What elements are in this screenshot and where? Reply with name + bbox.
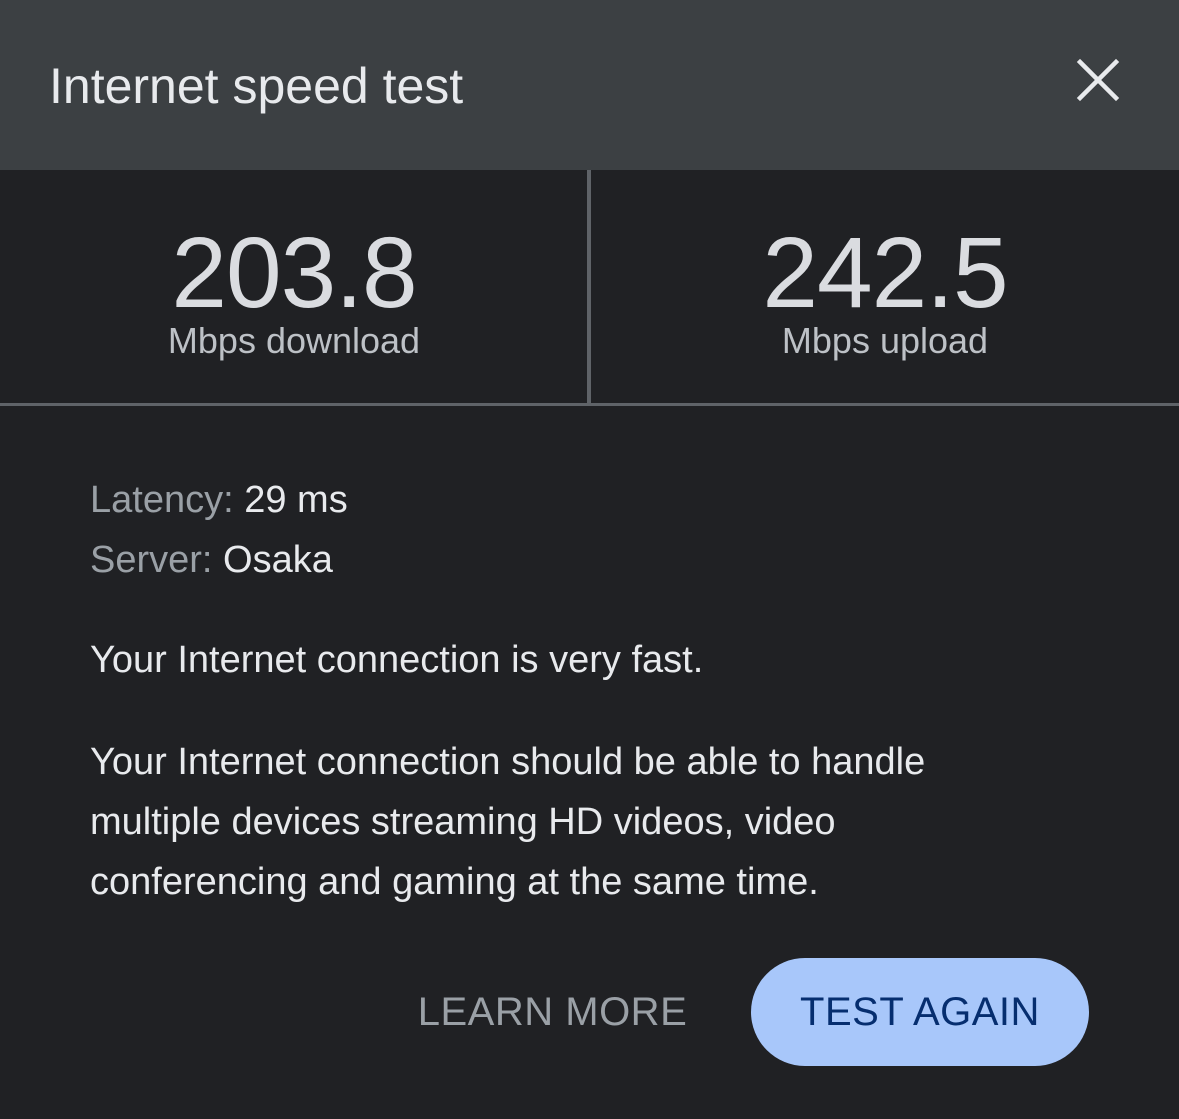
speed-test-dialog: Internet speed test 203.8 Mbps download … (0, 0, 1179, 1119)
speed-description: Your Internet connection should be able … (90, 741, 926, 903)
server-line: Server: Osaka (90, 530, 1090, 590)
latency-key: Latency: (90, 479, 234, 521)
download-label: Mbps download (167, 320, 421, 361)
server-key: Server: (90, 539, 213, 581)
dialog-title: Internet speed test (49, 58, 464, 114)
test-again-button[interactable]: TEST AGAIN (751, 958, 1089, 1066)
download-value: 203.8 (171, 217, 417, 329)
speed-verdict: Your Internet connection is very fast. (90, 639, 704, 681)
upload-value: 242.5 (762, 217, 1008, 329)
connection-details: Latency: 29 ms Server: Osaka (90, 470, 1090, 590)
speed-stats: 203.8 Mbps download 242.5 Mbps upload (0, 170, 1179, 406)
server-value: Osaka (223, 539, 333, 581)
close-icon (1076, 58, 1120, 102)
upload-stat: 242.5 Mbps upload (591, 170, 1179, 403)
dialog-header: Internet speed test (0, 0, 1179, 170)
learn-more-button[interactable]: LEARN MORE (400, 958, 705, 1066)
upload-label: Mbps upload (781, 320, 989, 361)
download-stat: 203.8 Mbps download (0, 170, 588, 403)
close-button[interactable] (1062, 48, 1134, 112)
latency-value: 29 ms (244, 479, 348, 521)
dialog-actions: LEARN MORE TEST AGAIN (0, 958, 1179, 1066)
latency-line: Latency: 29 ms (90, 470, 1090, 530)
